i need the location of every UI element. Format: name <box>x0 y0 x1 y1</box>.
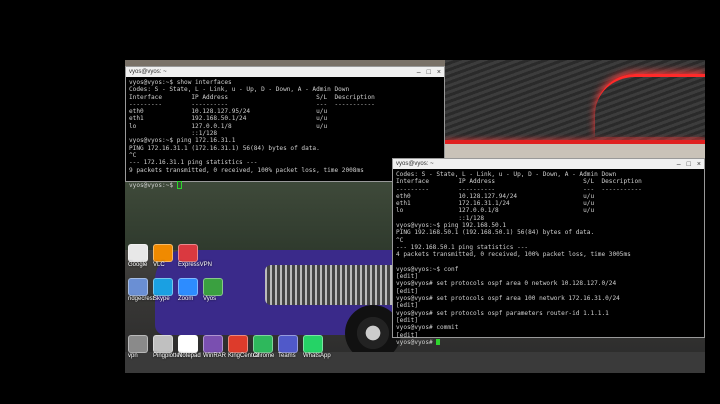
desktop-app-icon[interactable] <box>128 278 148 296</box>
terminal-cursor <box>176 181 182 190</box>
terminal-line: [edit] <box>396 316 419 324</box>
terminal-line: vyos@vyos# set protocols ospf area 100 n… <box>396 295 620 303</box>
desktop-app-label: VLC <box>153 262 165 268</box>
terminal-line: 4 packets transmitted, 0 received, 100% … <box>396 251 631 259</box>
maximize-icon[interactable]: □ <box>427 69 431 76</box>
terminal-line: eth1 192.168.50.1/24 u/u <box>129 115 328 123</box>
terminal-line: vyos@vyos# commit <box>396 324 459 332</box>
terminal-line: ^C <box>396 236 404 244</box>
desktop-app-icon[interactable] <box>153 244 173 262</box>
desktop-app-label: Google <box>128 262 148 268</box>
desktop-app-icon[interactable] <box>153 335 173 353</box>
terminal-line: vyos@vyos# set protocols ospf parameters… <box>396 309 609 317</box>
terminal-line: eth0 10.128.127.94/24 u/u <box>396 192 595 200</box>
terminal-line: Interface IP Address S/L Description <box>129 93 375 101</box>
minimize-icon[interactable]: – <box>677 161 681 168</box>
window-title: vyos@vyos: ~ <box>129 69 167 75</box>
desktop-app-icon[interactable] <box>128 335 148 353</box>
desktop-app-label: ExpressVPN <box>178 262 213 268</box>
desktop-app-label: WhatsApp <box>303 353 331 359</box>
terminal-line: vyos@vyos:~$ conf <box>396 265 459 273</box>
desktop-app-label: Vyos <box>203 296 217 302</box>
terminal-line: vyos@vyos:~$ show interfaces <box>129 79 232 86</box>
terminal-line: Interface IP Address S/L Description <box>396 178 642 186</box>
desktop-app-icon[interactable] <box>253 335 273 353</box>
desktop-app-label: Zoom <box>178 296 194 302</box>
titlebar[interactable]: vyos@vyos: ~ – □ × <box>126 67 444 77</box>
desktop-app-label: vpn <box>128 353 138 359</box>
terminal-output[interactable]: Codes: S - State, L - Link, u - Up, D - … <box>393 169 704 348</box>
terminal-line: eth1 172.16.31.1/24 u/u <box>396 200 595 208</box>
desktop-app-icon[interactable] <box>203 278 223 296</box>
terminal-line: --------- ---------- --- ----------- <box>129 100 375 108</box>
background-neon-sign <box>595 74 705 137</box>
terminal-line: PING 192.168.50.1 (192.168.50.1) 56(84) … <box>396 229 595 237</box>
desktop-app-icon[interactable] <box>128 244 148 262</box>
desktop-app-label: WinRAR <box>203 353 227 359</box>
terminal-line: ::1/128 <box>396 214 485 222</box>
terminal-line: [edit] <box>396 302 419 310</box>
close-icon[interactable]: × <box>697 161 701 168</box>
terminal-line: --- 192.168.50.1 ping statistics --- <box>396 243 529 251</box>
terminal-line: Codes: S - State, L - Link, u - Up, D - … <box>396 171 617 178</box>
terminal-cursor <box>436 338 441 345</box>
desktop-app-icon[interactable] <box>178 335 198 353</box>
terminal-line: Codes: S - State, L - Link, u - Up, D - … <box>129 86 350 94</box>
terminal-line: PING 172.16.31.1 (172.16.31.1) 56(84) by… <box>129 144 320 152</box>
terminal-line: [edit] <box>396 331 419 339</box>
terminal-window-2[interactable]: vyos@vyos: ~ – □ × Codes: S - State, L -… <box>392 158 705 346</box>
terminal-line: lo 127.0.0.1/8 u/u <box>396 207 595 215</box>
desktop-app-label: Skype <box>153 296 170 302</box>
desktop-app-icon[interactable] <box>203 335 223 353</box>
terminal-line: [edit] <box>396 273 419 281</box>
terminal-line: vyos@vyos:~$ ping 192.168.50.1 <box>396 222 507 230</box>
terminal-line: vyos@vyos# <box>396 338 701 346</box>
desktop-app-icon[interactable] <box>178 244 198 262</box>
terminal-line: --------- ---------- --- ----------- <box>396 185 642 193</box>
desktop-app-label: Chrome <box>253 353 275 359</box>
desktop-app-label: Teams <box>278 353 296 359</box>
terminal-line: eth0 10.128.127.95/24 u/u <box>129 108 328 116</box>
desktop-app-icon[interactable] <box>228 335 248 353</box>
terminal-line: lo 127.0.0.1/8 u/u <box>129 122 328 130</box>
desktop-app-label: ridgecrest <box>128 296 155 302</box>
close-icon[interactable]: × <box>437 69 441 76</box>
terminal-line: vyos@vyos# set protocols ospf area 0 net… <box>396 280 617 288</box>
maximize-icon[interactable]: □ <box>687 161 691 168</box>
titlebar[interactable]: vyos@vyos: ~ – □ × <box>393 159 704 169</box>
terminal-line: vyos@vyos:~$ ping 172.16.31.1 <box>129 137 236 145</box>
terminal-line: [edit] <box>396 287 419 295</box>
desktop-app-icon[interactable] <box>178 278 198 296</box>
desktop-app-label: Notepad <box>178 353 201 359</box>
minimize-icon[interactable]: – <box>417 69 421 76</box>
desktop-app-icon[interactable] <box>303 335 323 353</box>
desktop-app-icon[interactable] <box>278 335 298 353</box>
terminal-line: ::1/128 <box>129 130 218 138</box>
window-title: vyos@vyos: ~ <box>396 161 434 167</box>
desktop-app-icon[interactable] <box>153 278 173 296</box>
